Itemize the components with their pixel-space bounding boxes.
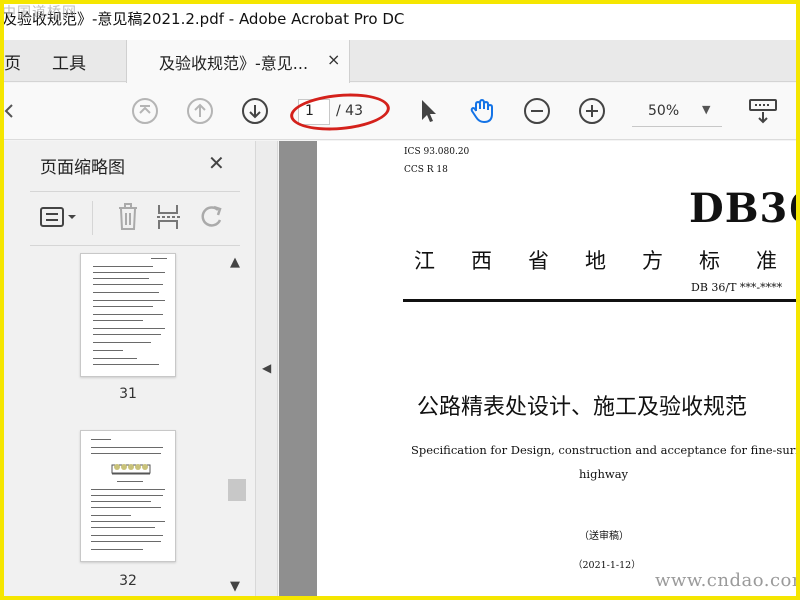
chevron-down-icon: ▼ xyxy=(702,103,711,116)
zoom-value: 50% xyxy=(648,103,680,119)
tab-bar: 页 工具 xyxy=(0,40,800,82)
options-menu-icon[interactable] xyxy=(40,205,80,235)
english-title-line1: Specification for Design, construction a… xyxy=(411,443,800,457)
watermark-top: 中国道桥网 xyxy=(2,5,77,21)
divider xyxy=(92,201,93,235)
pane-close-icon[interactable]: ✕ xyxy=(208,151,225,175)
keyboard-icon[interactable] xyxy=(748,97,778,125)
standard-mark: DB36 xyxy=(689,185,800,232)
thumbnail-page-number: 32 xyxy=(119,573,137,589)
zoom-out-icon[interactable] xyxy=(523,97,551,125)
header-rule xyxy=(403,299,800,302)
document-title: 公路精表处设计、施工及验收规范 xyxy=(417,395,748,420)
divider xyxy=(30,245,240,246)
title-bar: 及验收规范》-意见稿2021.2.pdf - Adobe Acrobat Pro… xyxy=(0,0,800,40)
pdf-page: ICS 93.080.20 CCS R 18 DB36 江西省地方标准 DB 3… xyxy=(317,141,800,600)
collapse-arrow-icon[interactable]: ◀ xyxy=(262,361,271,375)
ccs-code: CCS R 18 xyxy=(404,165,448,175)
trash-icon[interactable] xyxy=(116,203,140,235)
thumbnail-page-number: 31 xyxy=(119,386,137,402)
toolbar: 1 / 43 50% ▼ xyxy=(0,83,800,140)
prev-page-icon[interactable] xyxy=(186,97,214,125)
english-title-line2: highway xyxy=(579,467,629,481)
document-tab[interactable]: 及验收规范》-意见... × xyxy=(126,40,350,83)
page-thumbnail[interactable] xyxy=(80,430,176,562)
scroll-up-icon[interactable]: ▲ xyxy=(230,255,240,270)
menu-home[interactable]: 页 xyxy=(4,49,21,74)
thumbnail-scrollbar[interactable] xyxy=(228,251,246,599)
next-page-icon[interactable] xyxy=(241,97,269,125)
rotate-icon[interactable] xyxy=(198,204,226,234)
standard-type: 江西省地方标准 xyxy=(414,249,800,273)
zoom-select[interactable]: 50% ▼ xyxy=(632,97,722,127)
document-date: （2021-1-12） xyxy=(573,560,641,571)
document-tab-label: 及验收规范》-意见... xyxy=(159,54,309,73)
pane-collapse-strip[interactable]: ◀ xyxy=(256,141,278,600)
divider xyxy=(30,191,240,192)
first-page-icon[interactable] xyxy=(131,97,159,125)
scroll-down-icon[interactable]: ▼ xyxy=(230,579,240,594)
menu-tools[interactable]: 工具 xyxy=(52,49,86,74)
hand-tool-icon[interactable] xyxy=(468,97,496,125)
select-cursor-icon[interactable] xyxy=(414,97,442,125)
tab-close-icon[interactable]: × xyxy=(327,50,340,69)
zoom-in-icon[interactable] xyxy=(578,97,606,125)
ics-code: ICS 93.080.20 xyxy=(404,147,470,157)
watermark-bottom: www.cndao.com xyxy=(655,570,800,591)
thumbnail-figure xyxy=(111,464,151,475)
standard-number: DB 36/T ***-**** xyxy=(691,281,783,294)
split-page-icon[interactable] xyxy=(156,203,182,235)
page-thumbnail[interactable] xyxy=(80,253,176,377)
pane-toolbar xyxy=(30,197,240,245)
back-chevron-icon[interactable] xyxy=(0,97,22,125)
thumbnail-pane: 页面缩略图 ✕ 31 32 ▲ ▼ xyxy=(0,141,256,600)
pane-title: 页面缩略图 xyxy=(40,158,125,178)
review-label: （送审稿） xyxy=(579,531,629,542)
scrollbar-thumb[interactable] xyxy=(228,479,246,501)
